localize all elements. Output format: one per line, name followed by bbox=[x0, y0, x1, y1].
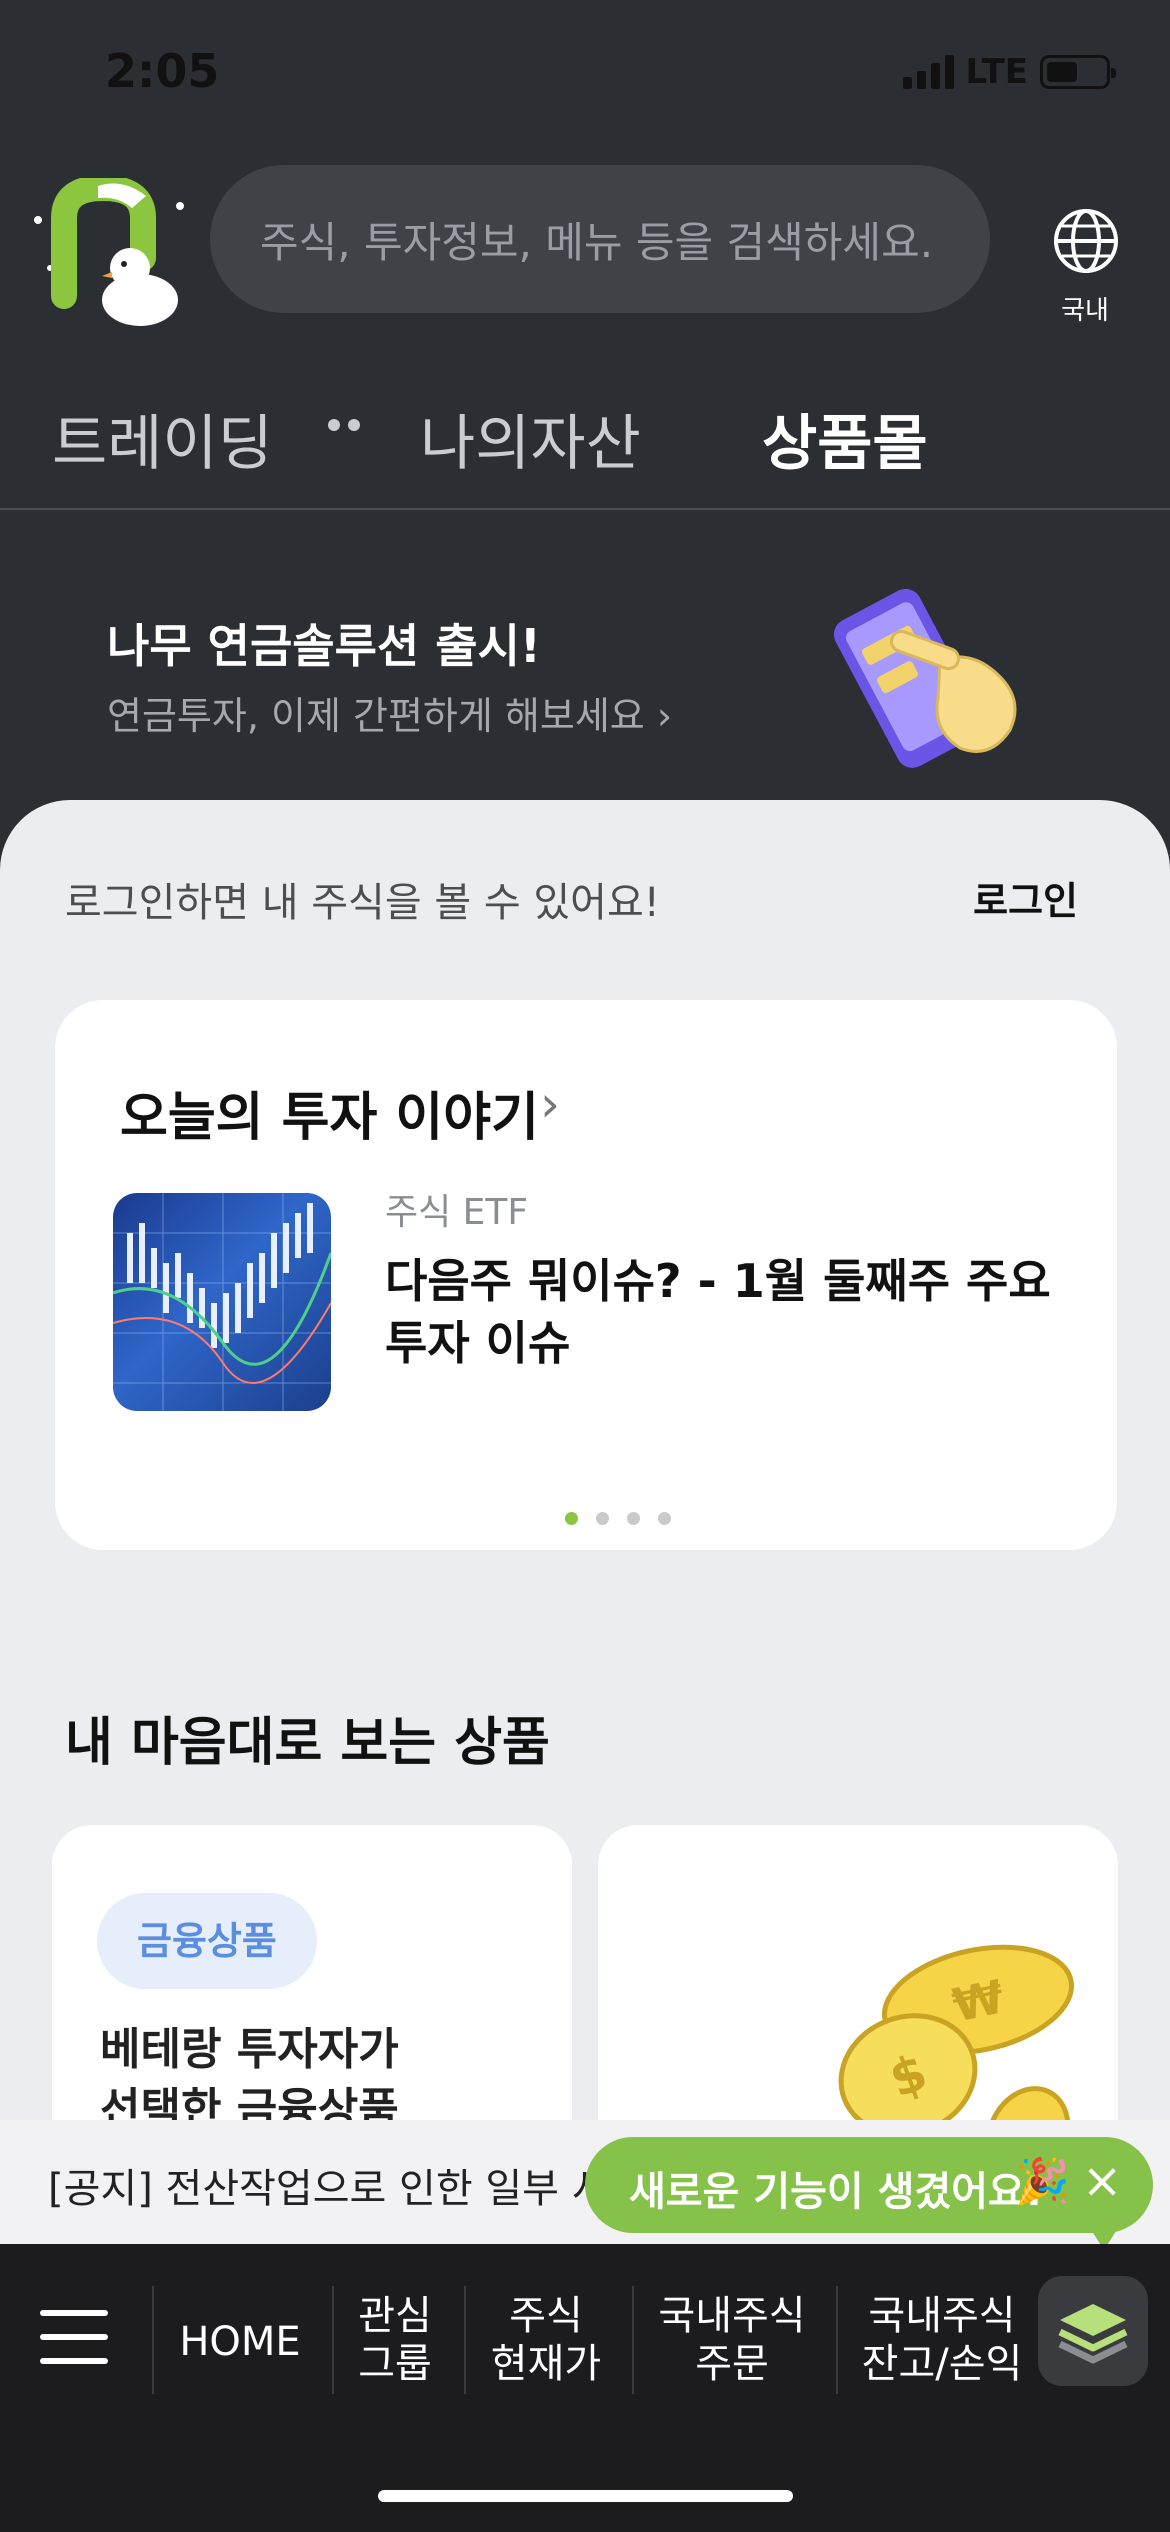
pager-dot bbox=[565, 1512, 578, 1525]
app-logo[interactable] bbox=[28, 178, 198, 328]
status-time: 2:05 bbox=[105, 44, 220, 98]
nav-domestic-balance[interactable]: 국내주식 잔고/손익 bbox=[842, 2292, 1042, 2388]
phone-hand-illustration bbox=[833, 588, 1017, 768]
menu-icon[interactable] bbox=[40, 2310, 108, 2364]
signal-icon bbox=[902, 55, 954, 89]
chevron-right-icon[interactable]: › bbox=[540, 1075, 560, 1133]
nav-label-line: 국내주식 bbox=[658, 2293, 806, 2339]
promo-subtitle[interactable]: 연금투자, 이제 간편하게 해보세요 › bbox=[107, 685, 672, 740]
category-pill: 금융상품 bbox=[97, 1893, 317, 1989]
tab-trading[interactable]: 트레이딩 bbox=[52, 395, 360, 482]
network-label: LTE bbox=[965, 52, 1028, 92]
tab-trading-label: 트레이딩 bbox=[52, 409, 273, 479]
tab-product-mall[interactable]: 상품몰 bbox=[762, 395, 928, 482]
nav-label-line: 현재가 bbox=[490, 2341, 602, 2387]
pager-dot bbox=[627, 1512, 640, 1525]
nav-divider bbox=[332, 2286, 334, 2394]
layers-icon[interactable] bbox=[1038, 2276, 1148, 2386]
close-icon[interactable]: × bbox=[1082, 2153, 1122, 2209]
nav-home[interactable]: HOME bbox=[170, 2318, 310, 2366]
status-icons: LTE bbox=[902, 52, 1116, 92]
promo-title[interactable]: 나무 연금솔루션 출시! bbox=[107, 610, 541, 676]
new-feature-toast[interactable]: 새로운 기능이 생겼어요! 🎉 × bbox=[585, 2137, 1153, 2233]
nav-domestic-order[interactable]: 국내주식 주문 bbox=[642, 2292, 822, 2388]
tab-indicator-dots bbox=[328, 419, 360, 431]
region-label[interactable]: 국내 bbox=[1040, 290, 1130, 327]
nav-watch-group[interactable]: 관심 그룹 bbox=[340, 2292, 450, 2388]
globe-icon[interactable] bbox=[1050, 205, 1122, 277]
search-input[interactable]: 주식, 투자정보, 메뉴 등을 검색하세요. bbox=[210, 165, 990, 313]
pager-dot bbox=[596, 1512, 609, 1525]
nav-label-line: 관심 bbox=[358, 2293, 432, 2339]
nav-label-line: 국내주식 bbox=[868, 2293, 1016, 2339]
toast-text[interactable]: 새로운 기능이 생겼어요! bbox=[629, 2159, 1043, 2217]
party-popper-icon: 🎉 bbox=[1015, 2156, 1070, 2207]
nav-stock-price[interactable]: 주식 현재가 bbox=[476, 2292, 616, 2388]
story-title[interactable]: 오늘의 투자 이야기 bbox=[120, 1075, 539, 1150]
nav-label-line: 잔고/손익 bbox=[861, 2341, 1023, 2387]
main-tabs: 트레이딩 나의자산 상품몰 bbox=[0, 385, 1170, 510]
bottom-nav: HOME 관심 그룹 주식 현재가 국내주식 주문 국내주식 잔고/손익 bbox=[0, 2244, 1170, 2532]
status-bar: 2:05 LTE bbox=[0, 0, 1170, 150]
nav-divider bbox=[836, 2286, 838, 2394]
nav-divider bbox=[632, 2286, 634, 2394]
search-placeholder: 주식, 투자정보, 메뉴 등을 검색하세요. bbox=[260, 217, 934, 267]
nav-label-line: 그룹 bbox=[358, 2341, 432, 2387]
battery-icon bbox=[1040, 55, 1116, 89]
nav-label-line: 주문 bbox=[695, 2341, 769, 2387]
nav-divider bbox=[152, 2286, 154, 2394]
main-sheet: 로그인하면 내 주식을 볼 수 있어요! 로그인 오늘의 투자 이야기 › 주식… bbox=[0, 800, 1170, 2225]
nav-divider bbox=[464, 2286, 466, 2394]
notice-text[interactable]: [공지] 전산작업으로 인한 일부 서비 bbox=[48, 2156, 645, 2214]
pager-dot bbox=[658, 1512, 671, 1525]
home-indicator bbox=[378, 2490, 793, 2502]
investment-story-card[interactable]: 오늘의 투자 이야기 › 주식 ETF 다음주 뭐이슈? - 1월 둘째주 주요… bbox=[55, 1000, 1117, 1550]
product-card-line1: 베테랑 투자자가 bbox=[100, 2024, 399, 2075]
login-message: 로그인하면 내 주식을 볼 수 있어요! bbox=[65, 880, 660, 926]
tab-my-assets[interactable]: 나의자산 bbox=[420, 395, 641, 482]
section-title-products: 내 마음대로 보는 상품 bbox=[65, 1713, 550, 1773]
nav-label-line: 주식 bbox=[509, 2293, 583, 2339]
carousel-pager bbox=[565, 1512, 671, 1525]
candlestick-chart-image bbox=[113, 1193, 331, 1411]
login-button[interactable]: 로그인 bbox=[973, 870, 1078, 925]
story-headline[interactable]: 다음주 뭐이슈? - 1월 둘째주 주요 투자 이슈 bbox=[385, 1250, 1065, 1374]
story-thumbnail[interactable] bbox=[113, 1193, 331, 1411]
story-tag: 주식 ETF bbox=[385, 1192, 529, 1233]
